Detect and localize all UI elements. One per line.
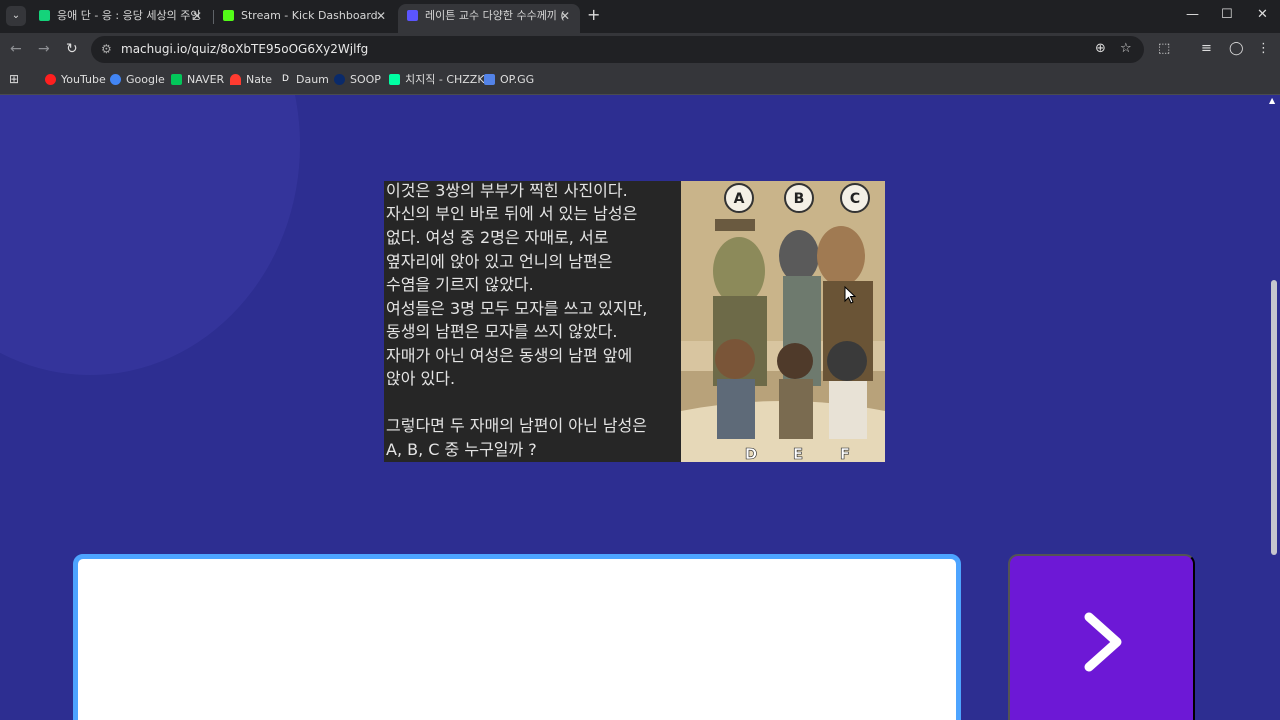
nate-icon [230, 74, 241, 85]
tab-3-active[interactable]: 레이튼 교수 다양한 수수께끼 ( ✕ [398, 4, 580, 33]
bookmark-opgg[interactable]: OP.GG [484, 72, 534, 87]
question-line: 앉아 있다. [386, 369, 456, 388]
media-controls-icon[interactable]: ≡ [1201, 41, 1212, 56]
label-c: C [850, 191, 860, 207]
bookmark-soop[interactable]: SOOP [334, 72, 381, 87]
mouse-cursor-icon [844, 286, 856, 304]
label-b: B [794, 191, 805, 207]
new-tab-icon[interactable]: + [587, 5, 600, 24]
question-line: A, B, C 중 누구일까 ? [386, 440, 537, 459]
address-bar[interactable]: ⚙ machugi.io/quiz/8oXbTE95oOG6Xy2Wjlfg ⊕… [91, 36, 1144, 63]
question-line: 자매가 아닌 여성은 동생의 남편 앞에 [386, 346, 633, 365]
chzzk-favicon-icon [39, 10, 50, 21]
machugi-favicon-icon [407, 10, 418, 21]
bookmark-youtube[interactable]: YouTube [45, 72, 106, 87]
quiz-page: 이것은 3쌍의 부부가 찍힌 사진이다. 자신의 부인 바로 뒤에 서 있는 남… [0, 95, 1268, 720]
back-icon[interactable]: ← [10, 41, 22, 57]
question-line: 없다. 여성 중 2명은 자매로, 서로 [386, 228, 609, 247]
minimize-icon[interactable]: — [1186, 7, 1199, 22]
bookmark-label: YouTube [61, 73, 106, 86]
tab-1[interactable]: 응애 단 - 응 : 응당 세상의 주인 ✕ [30, 4, 212, 33]
menu-icon[interactable]: ⋮ [1257, 41, 1270, 56]
question-line: 수염을 기르지 않았다. [386, 275, 534, 294]
bookmark-star-icon[interactable]: ☆ [1120, 41, 1132, 56]
bookmark-daum[interactable]: D Daum [280, 72, 329, 87]
forward-icon[interactable]: → [38, 41, 50, 57]
browser-chrome: ⌄ 응애 단 - 응 : 응당 세상의 주인 ✕ Stream - Kick D… [0, 0, 1280, 95]
youtube-icon [45, 74, 56, 85]
tab-strip: ⌄ 응애 단 - 응 : 응당 세상의 주인 ✕ Stream - Kick D… [0, 0, 1280, 33]
question-line: 자신의 부인 바로 뒤에 서 있는 남성은 [386, 204, 638, 223]
profile-icon[interactable]: ◯ [1229, 41, 1244, 56]
question-line: 동생의 남편은 모자를 쓰지 않았다. [386, 322, 618, 341]
soop-icon [334, 74, 345, 85]
question-line: 옆자리에 앉아 있고 언니의 남편은 [386, 252, 613, 271]
page-scrollbar[interactable]: ▲ [1268, 95, 1280, 720]
scrollbar-thumb[interactable] [1271, 280, 1277, 555]
bookmark-naver[interactable]: NAVER [171, 72, 224, 87]
navigation-toolbar: ← → ↻ ⚙ machugi.io/quiz/8oXbTE95oOG6Xy2W… [0, 33, 1280, 65]
tab-2-title: Stream - Kick Dashboard [241, 9, 378, 22]
bookmark-label: Daum [296, 73, 329, 86]
bookmark-label: 치지직 - CHZZK [405, 73, 485, 86]
naver-icon [171, 74, 182, 85]
chzzk-icon [389, 74, 400, 85]
site-info-icon[interactable]: ⚙ [101, 42, 112, 56]
maximize-icon[interactable]: ☐ [1221, 7, 1233, 22]
bookmark-chzzk[interactable]: 치지직 - CHZZK [389, 72, 485, 87]
couples-illustration: A B C D E F [681, 181, 885, 462]
bookmark-google[interactable]: Google [110, 72, 165, 87]
google-icon [110, 74, 121, 85]
tab-2-close-icon[interactable]: ✕ [376, 4, 386, 28]
bookmark-label: Google [126, 73, 165, 86]
tab-search-button[interactable]: ⌄ [6, 6, 26, 26]
bookmark-label: Nate [246, 73, 273, 86]
url-text[interactable]: machugi.io/quiz/8oXbTE95oOG6Xy2Wjlfg [121, 42, 368, 56]
kick-favicon-icon [223, 10, 234, 21]
label-a: A [734, 191, 745, 207]
bookmark-label: SOOP [350, 73, 381, 86]
tab-1-close-icon[interactable]: ✕ [192, 4, 202, 28]
zoom-icon[interactable]: ⊕ [1095, 41, 1106, 56]
label-f: F [840, 445, 850, 462]
question-line: 여성들은 3명 모두 모자를 쓰고 있지만, [386, 299, 648, 318]
opgg-icon [484, 74, 495, 85]
scroll-up-icon[interactable]: ▲ [1269, 96, 1275, 105]
tab-2[interactable]: Stream - Kick Dashboard ✕ [214, 4, 396, 33]
question-line: 그렇다면 두 자매의 남편이 아닌 남성은 [386, 416, 647, 435]
bookmark-nate[interactable]: Nate [230, 72, 272, 87]
chevron-right-icon [1084, 612, 1122, 672]
extensions-icon[interactable]: ⬚ [1158, 41, 1170, 56]
label-e: E [793, 445, 803, 462]
tab-1-title: 응애 단 - 응 : 응당 세상의 주인 [57, 9, 201, 22]
question-text-panel: 이것은 3쌍의 부부가 찍힌 사진이다. 자신의 부인 바로 뒤에 서 있는 남… [384, 181, 681, 462]
daum-icon: D [280, 74, 291, 85]
next-button[interactable] [1008, 554, 1195, 720]
answer-input[interactable] [73, 554, 961, 720]
window-close-icon[interactable]: ✕ [1257, 7, 1268, 22]
decorative-circle [0, 95, 300, 375]
bookmark-label: OP.GG [500, 73, 535, 86]
label-d: D [745, 445, 757, 462]
quiz-question-image: 이것은 3쌍의 부부가 찍힌 사진이다. 자신의 부인 바로 뒤에 서 있는 남… [384, 181, 885, 462]
apps-icon[interactable]: ⊞ [9, 72, 19, 86]
tab-3-close-icon[interactable]: ✕ [560, 4, 570, 28]
bookmark-label: NAVER [187, 73, 225, 86]
reload-icon[interactable]: ↻ [66, 41, 78, 57]
question-line: 이것은 3쌍의 부부가 찍힌 사진이다. [386, 181, 628, 200]
bookmarks-bar: ⊞ YouTube Google NAVER Nate D Daum SOOP … [0, 65, 1280, 95]
tab-3-title: 레이튼 교수 다양한 수수께끼 ( [425, 9, 565, 22]
women-figures [715, 339, 867, 439]
